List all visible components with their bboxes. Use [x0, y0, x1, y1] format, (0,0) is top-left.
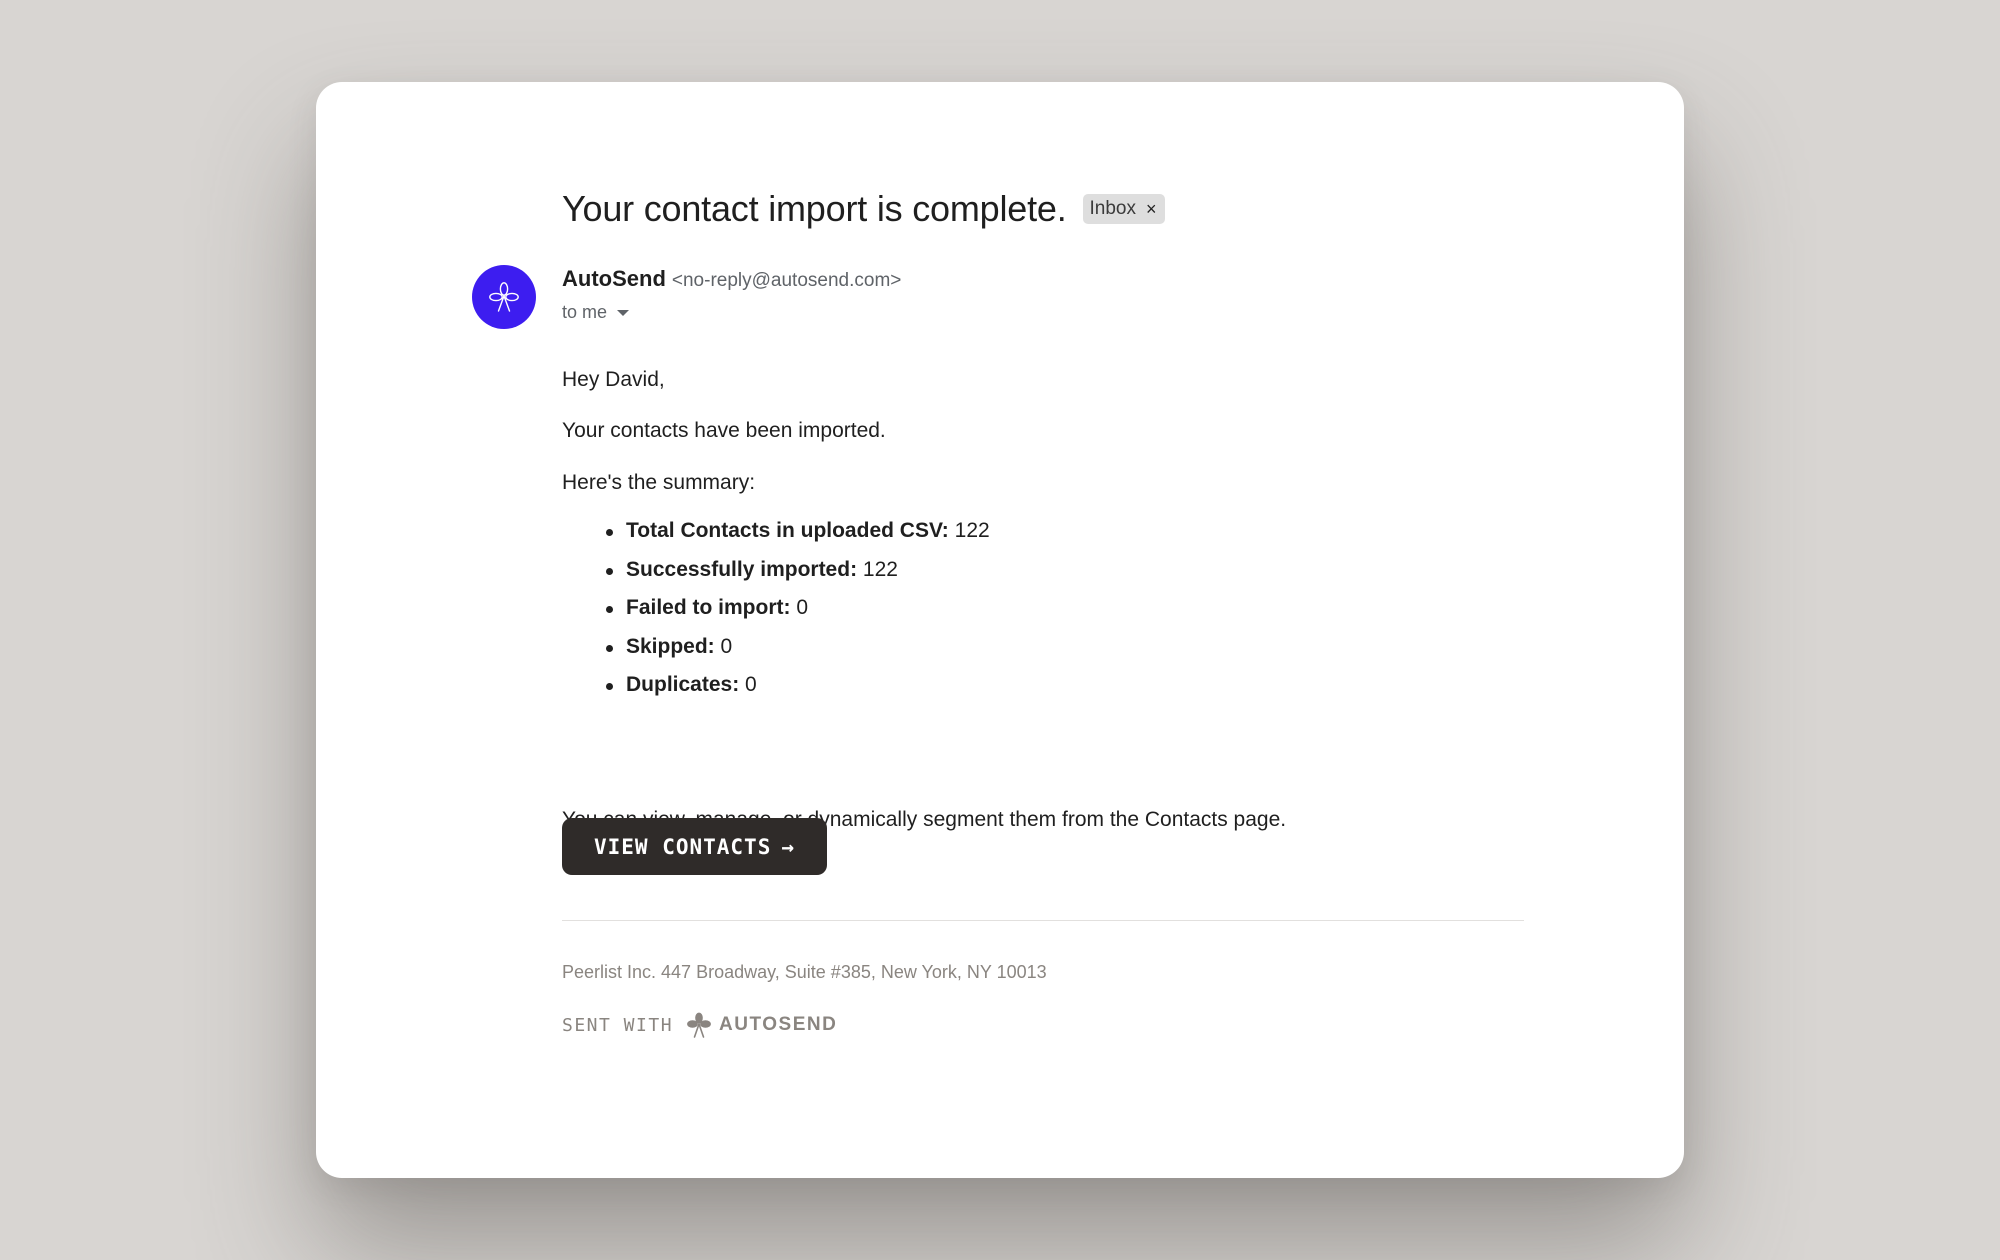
summary-label: Total Contacts in uploaded CSV: — [626, 519, 949, 542]
summary-value: 0 — [720, 634, 733, 658]
summary-label: Skipped: — [626, 634, 715, 658]
summary-label: Successfully imported: — [626, 557, 858, 581]
summary-value: 122 — [862, 557, 898, 581]
summary-value: 0 — [745, 673, 757, 696]
list-item: Failed to import: 0 — [606, 589, 990, 628]
arrow-right-icon: → — [781, 834, 796, 859]
view-contacts-button[interactable]: VIEW CONTACTS → — [562, 818, 827, 875]
sender-email: <no-reply@autosend.com> — [671, 270, 902, 291]
recipient-line[interactable]: to me — [562, 302, 901, 323]
sender-avatar — [472, 265, 536, 329]
sender-block: AutoSend <no-reply@autosend.com> to me — [562, 266, 901, 323]
footer-address: Peerlist Inc. 447 Broadway, Suite #385, … — [562, 962, 1047, 982]
autosend-brand-icon — [685, 1011, 713, 1039]
subject-row: Your contact import is complete. Inbox × — [562, 188, 1165, 230]
inbox-label-chip[interactable]: Inbox × — [1082, 194, 1165, 224]
footer-divider — [562, 920, 1524, 921]
autosend-logo-icon — [489, 282, 519, 312]
view-contacts-label: VIEW CONTACTS — [593, 834, 772, 859]
chevron-down-icon[interactable] — [617, 309, 630, 316]
summary-label: Duplicates: — [626, 673, 740, 696]
close-icon[interactable]: × — [1146, 200, 1157, 218]
greeting: Hey David, — [562, 368, 665, 391]
summary-list: Total Contacts in uploaded CSV: 122 Succ… — [562, 512, 990, 705]
list-item: Duplicates: 0 — [606, 666, 990, 705]
summary-label: Failed to import: — [626, 596, 791, 619]
list-item: Skipped: 0 — [606, 628, 990, 667]
list-item: Total Contacts in uploaded CSV: 122 — [606, 512, 990, 551]
email-card: Your contact import is complete. Inbox ×… — [316, 82, 1684, 1178]
summary-intro: Here's the summary: — [562, 471, 756, 494]
inbox-label-text: Inbox — [1089, 198, 1136, 219]
list-item: Successfully imported: 122 — [606, 551, 990, 590]
sender-name[interactable]: AutoSend — [562, 266, 666, 292]
intro-text: Your contacts have been imported. — [562, 419, 886, 442]
summary-value: 0 — [796, 596, 809, 619]
sent-with-autosend[interactable]: SENT WITH AUTOSEND — [562, 1011, 837, 1039]
email-subject: Your contact import is complete. — [562, 188, 1067, 229]
recipient-text: to me — [562, 302, 608, 322]
sent-with-label: SENT WITH — [562, 1014, 674, 1036]
summary-value: 122 — [954, 519, 990, 542]
brand-name: AUTOSEND — [719, 1014, 838, 1035]
sender-line: AutoSend <no-reply@autosend.com> — [562, 266, 901, 292]
